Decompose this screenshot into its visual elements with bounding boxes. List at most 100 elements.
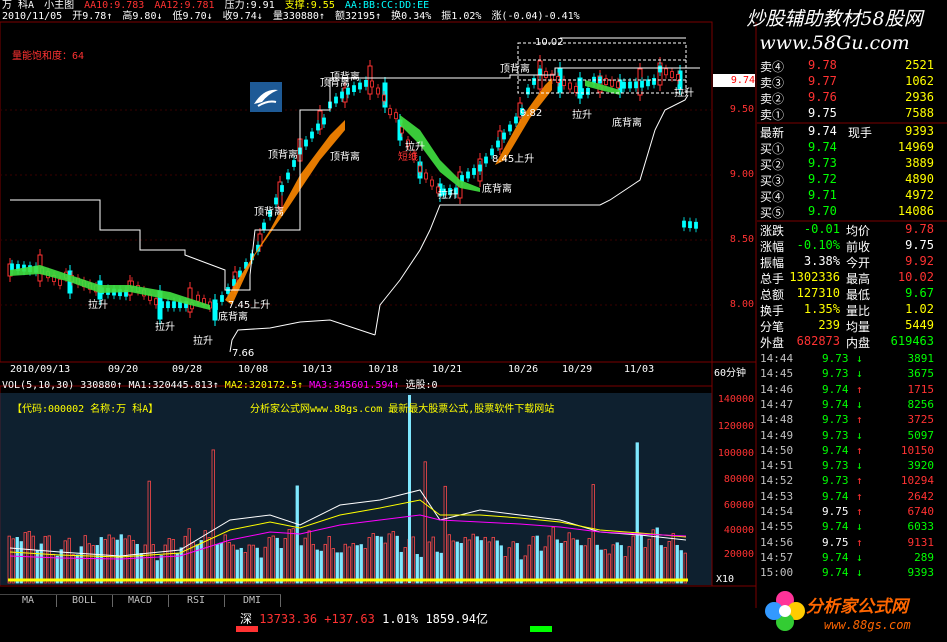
volume-bar — [275, 537, 279, 584]
volume-bar — [15, 537, 19, 584]
date-tick: 09/20 — [108, 364, 139, 375]
candle-body — [262, 222, 266, 230]
bar-change: 涨(-0.04)-0.41% — [491, 11, 580, 22]
candle-body — [10, 263, 14, 271]
candle-body — [304, 139, 308, 147]
index-pct: 1.01% — [382, 612, 419, 626]
tick-time: 14:54 — [760, 505, 794, 518]
tab-boll[interactable]: BOLL — [56, 594, 113, 607]
volume-bar — [359, 544, 363, 584]
stat-value: -0.10% — [796, 238, 840, 252]
vol-ma3: MA3:345601.594↑ — [309, 380, 400, 391]
vol-header: VOL(5,10,30) 330880↑ MA1:320445.813↑ MA2… — [2, 376, 438, 391]
candle-body — [610, 79, 614, 87]
volume-bar — [215, 544, 219, 584]
tick-price: 9.73 — [822, 413, 849, 427]
volume-bar-peak — [408, 395, 411, 583]
stat-value: 3.38% — [803, 254, 840, 268]
tab-rsi[interactable]: RSI — [168, 594, 225, 607]
tick-price: 9.73 — [822, 428, 849, 442]
candle-body — [346, 87, 350, 95]
candle-body — [514, 116, 518, 124]
candle-body — [430, 179, 434, 187]
tick-dir: ↑ — [856, 443, 863, 457]
volume-bar — [135, 543, 139, 584]
tab-macd[interactable]: MACD — [112, 594, 169, 607]
inner-value: 619463 — [890, 334, 934, 348]
chart-annotation: 底背离 — [218, 310, 248, 323]
candle-body — [364, 80, 368, 87]
chart-annotation: 顶背离 — [330, 150, 360, 163]
hand-label: 现手 — [848, 126, 873, 140]
tick-dir: ↑ — [856, 535, 863, 549]
candle-body — [682, 220, 686, 228]
chart-annotation: 底背离 — [482, 182, 512, 195]
stat-label: 涨跌 — [760, 224, 785, 238]
volume-bar — [355, 545, 359, 584]
period-selector[interactable]: 60分钟 — [714, 364, 746, 379]
watermark-bottom: 分析家公式网 — [806, 597, 908, 617]
buy-qty: 3889 — [905, 156, 934, 170]
date-tick: 11/03 — [624, 364, 655, 375]
tick-price: 9.73 — [822, 474, 849, 488]
tick-qty: 10294 — [900, 474, 934, 488]
sell-price: 9.77 — [808, 74, 837, 88]
candle-body — [316, 123, 320, 131]
tab-ma[interactable]: MA — [0, 594, 57, 607]
chart-annotation: 拉升 — [193, 334, 213, 347]
buy-label: 买② — [760, 158, 785, 172]
candle-body — [196, 294, 200, 302]
stat-value: 9.75 — [905, 238, 934, 252]
stock-pick: 选股:0 — [405, 380, 438, 391]
candle-body — [502, 132, 506, 140]
date-tick: 10/13 — [302, 364, 333, 375]
outer-label: 外盘 — [760, 336, 785, 350]
tick-price: 9.74 — [822, 489, 849, 503]
buy-qty: 14969 — [897, 140, 934, 154]
tick-time: 14:55 — [760, 520, 794, 534]
volume-bar — [455, 541, 459, 584]
candle-body — [508, 124, 512, 132]
candle-body — [466, 171, 470, 179]
candle-body — [472, 168, 476, 175]
buy-price: 9.73 — [808, 156, 837, 170]
tick-dir: ↓ — [856, 566, 863, 580]
tick-price: 9.75 — [822, 505, 849, 518]
vol-tick: 140000 — [717, 394, 754, 405]
chart-mode[interactable]: 小主图 — [44, 0, 74, 11]
volume-bar — [99, 537, 103, 584]
index-name: 深 — [240, 612, 253, 626]
chart-annotation: 顶背离 — [500, 62, 530, 75]
sell-qty: 2521 — [905, 58, 934, 72]
candle-body — [58, 278, 62, 286]
candle-body — [652, 78, 656, 85]
tick-qty: 6740 — [907, 505, 935, 518]
candle-body — [646, 79, 650, 87]
tick-qty: 5097 — [907, 428, 935, 442]
tick-dir: ↑ — [856, 489, 863, 503]
chart-header: 万 科A 小主图 AA10:9.783 AA12:9.781 压力:9.91 支… — [0, 0, 712, 22]
candle-body — [160, 301, 164, 309]
sell-label: 卖② — [760, 92, 785, 106]
vol-tick: 60000 — [723, 500, 754, 511]
volume-bar — [255, 547, 259, 584]
up-ratio-bar — [236, 626, 258, 632]
stat-label: 总额 — [760, 288, 785, 302]
volume-bar — [639, 534, 643, 584]
candle-body — [370, 80, 374, 88]
sell-qty: 7588 — [905, 106, 934, 120]
volume-bar — [475, 536, 479, 584]
tick-qty: 2642 — [907, 489, 935, 503]
buy-qty: 4972 — [905, 188, 934, 202]
candle-body — [352, 85, 356, 92]
candle-body — [694, 221, 698, 229]
volume-bar — [555, 539, 559, 584]
tab-dmi[interactable]: DMI — [224, 594, 281, 607]
tick-dir: ↑ — [856, 505, 863, 518]
buy-label: 买④ — [760, 190, 785, 204]
volume-bar — [335, 552, 339, 584]
tick-qty: 10150 — [900, 443, 934, 457]
stat-value: 127310 — [796, 286, 840, 300]
vol-tick: 80000 — [723, 474, 754, 485]
date-tick: 10/21 — [432, 364, 463, 375]
